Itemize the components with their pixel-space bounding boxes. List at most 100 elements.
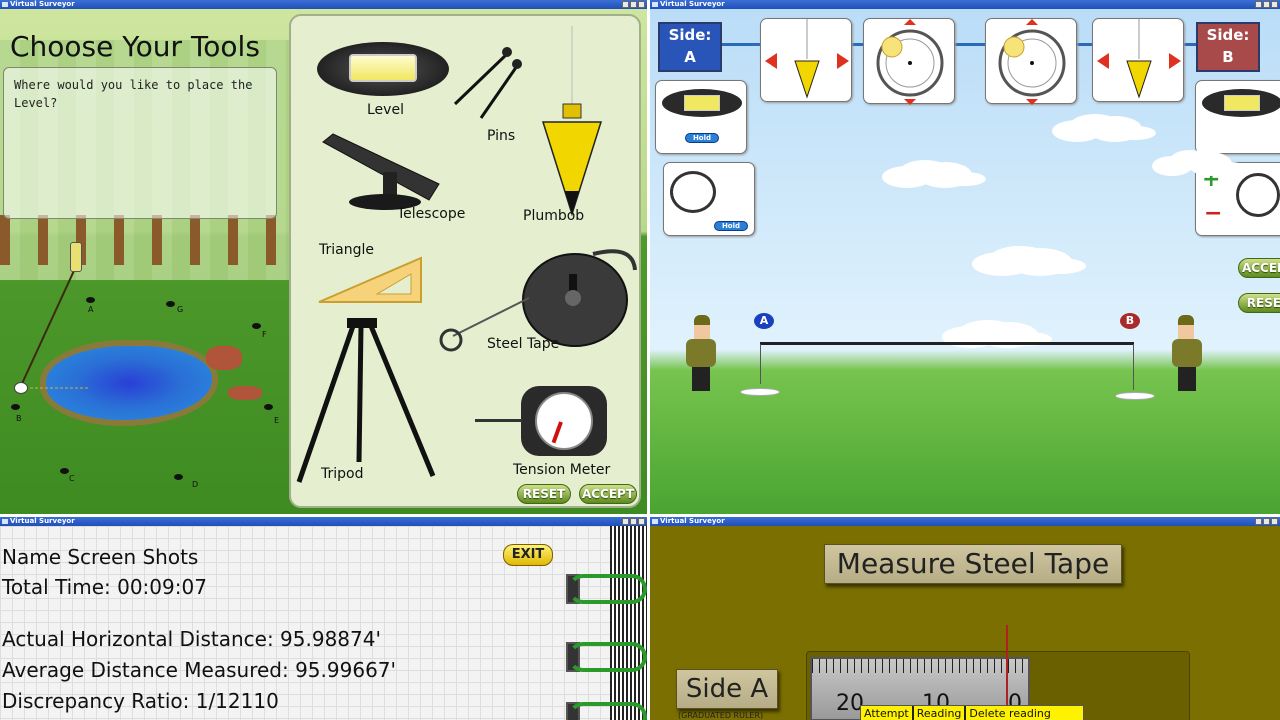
marker-a[interactable]: A xyxy=(754,313,774,329)
point-label: D xyxy=(192,480,199,489)
measure-heading: Measure Steel Tape xyxy=(824,544,1122,584)
maximize-button[interactable] xyxy=(630,518,637,525)
surveyor-b xyxy=(1168,315,1208,391)
tension-meter-tool[interactable] xyxy=(521,386,607,456)
target-a xyxy=(740,388,780,396)
close-button[interactable] xyxy=(638,1,645,8)
side-label-plaque: Side A xyxy=(676,669,778,709)
reset-button[interactable]: RESET xyxy=(1238,293,1280,313)
measure-heading-text: Measure Steel Tape xyxy=(836,547,1110,580)
triangle-tool[interactable] xyxy=(317,256,423,306)
point-f[interactable] xyxy=(252,323,261,329)
window-controls xyxy=(1255,518,1278,525)
reset-button[interactable]: RESET xyxy=(517,484,571,504)
gauge-needle xyxy=(551,421,563,444)
telescope-adjust-card-b[interactable] xyxy=(985,18,1077,105)
steel-tape-label: Steel Tape xyxy=(487,336,560,352)
crosshair-icon xyxy=(998,19,1066,105)
point-label: E xyxy=(274,416,280,425)
point-g[interactable] xyxy=(166,301,175,307)
point-d[interactable] xyxy=(174,474,183,480)
binder-ring xyxy=(568,642,647,672)
minimize-button[interactable] xyxy=(1255,518,1262,525)
point-label: F xyxy=(262,330,267,339)
level-marker[interactable] xyxy=(70,242,82,272)
field-window: Virtual Surveyor Side: A Side: B Hold Hold… xyxy=(650,0,1280,514)
actual-distance: Actual Horizontal Distance: 95.98874' xyxy=(2,627,381,651)
level-card-b[interactable] xyxy=(1195,80,1280,154)
point-b[interactable] xyxy=(11,404,20,410)
target-b xyxy=(1115,392,1155,400)
plus-icon[interactable]: + xyxy=(1202,167,1220,192)
cloud xyxy=(960,320,1016,342)
close-button[interactable] xyxy=(638,518,645,525)
minimize-button[interactable] xyxy=(622,518,629,525)
pins-label: Pins xyxy=(487,128,516,144)
average-distance: Average Distance Measured: 95.99667' xyxy=(2,658,397,682)
hold-button[interactable]: Hold xyxy=(685,133,719,143)
titlebar: Virtual Surveyor xyxy=(650,0,1280,9)
tripod-tool[interactable] xyxy=(291,316,441,486)
point-label: B xyxy=(16,414,22,423)
point-label: C xyxy=(69,474,75,483)
window-controls xyxy=(1255,1,1278,8)
telescope-tool[interactable] xyxy=(319,132,445,212)
maximize-button[interactable] xyxy=(1263,1,1270,8)
close-button[interactable] xyxy=(1271,1,1278,8)
results-window: Virtual Surveyor Name Screen Shots Total… xyxy=(0,517,647,720)
window-controls xyxy=(622,1,645,8)
point-c[interactable] xyxy=(60,468,69,474)
side-a-letter: A xyxy=(684,48,696,66)
plumbob-label: Plumbob xyxy=(523,208,585,224)
col-delete: Delete reading xyxy=(969,707,1051,720)
cloud xyxy=(1070,114,1120,136)
point-e[interactable] xyxy=(264,404,273,410)
accept-button[interactable]: ACCEPT xyxy=(579,484,637,504)
maximize-button[interactable] xyxy=(630,1,637,8)
plumbob-adjust-card-b[interactable] xyxy=(1092,18,1184,102)
close-button[interactable] xyxy=(1271,518,1278,525)
window-title: Virtual Surveyor xyxy=(10,517,75,525)
side-a-title: Side: xyxy=(668,26,712,44)
gauge-icon xyxy=(670,171,716,213)
gauge-icon xyxy=(1236,173,1280,217)
col-attempt: Attempt xyxy=(861,706,914,720)
plumbob-icon xyxy=(765,19,849,99)
level-icon xyxy=(662,89,742,117)
readings-table-header: Attempt Reading Delete reading xyxy=(860,705,1084,720)
marker-b[interactable]: B xyxy=(1120,313,1140,329)
tension-meter-rod xyxy=(475,419,523,422)
maximize-button[interactable] xyxy=(1263,518,1270,525)
app-icon xyxy=(652,519,658,524)
hold-button[interactable]: Hold xyxy=(714,221,748,231)
exit-button[interactable]: EXIT xyxy=(503,544,553,566)
side-b-title: Side: xyxy=(1206,26,1250,44)
telescope-adjust-card-a[interactable] xyxy=(863,18,955,105)
minimize-button[interactable] xyxy=(1255,1,1262,8)
side-label: Side A xyxy=(685,674,769,704)
plumbob-icon xyxy=(1097,19,1181,99)
plumbob-tool[interactable] xyxy=(539,26,605,218)
window-title: Virtual Surveyor xyxy=(660,517,725,525)
plumbob-adjust-card-a[interactable] xyxy=(760,18,852,102)
window-controls xyxy=(622,518,645,525)
level-label: Level xyxy=(367,102,404,118)
point-label: G xyxy=(177,305,184,314)
accept-button[interactable]: ACCEPT xyxy=(1238,258,1280,278)
plumb-line-a xyxy=(760,344,761,384)
side-b-letter: B xyxy=(1222,48,1234,66)
point-a[interactable] xyxy=(86,297,95,303)
tension-card-b[interactable]: + − xyxy=(1195,162,1280,236)
cloud xyxy=(990,246,1050,270)
tension-card-a[interactable]: Hold xyxy=(663,162,755,236)
plumb-line-b xyxy=(1133,344,1134,390)
binder-ring xyxy=(568,702,647,720)
steel-tape-line xyxy=(760,342,1134,345)
instrument-marker[interactable] xyxy=(14,382,28,394)
level-tool[interactable] xyxy=(317,42,449,96)
app-icon xyxy=(652,2,658,7)
minus-icon[interactable]: − xyxy=(1204,201,1222,226)
minimize-button[interactable] xyxy=(622,1,629,8)
level-card-a[interactable]: Hold xyxy=(655,80,747,154)
pins-tool[interactable] xyxy=(451,42,527,122)
